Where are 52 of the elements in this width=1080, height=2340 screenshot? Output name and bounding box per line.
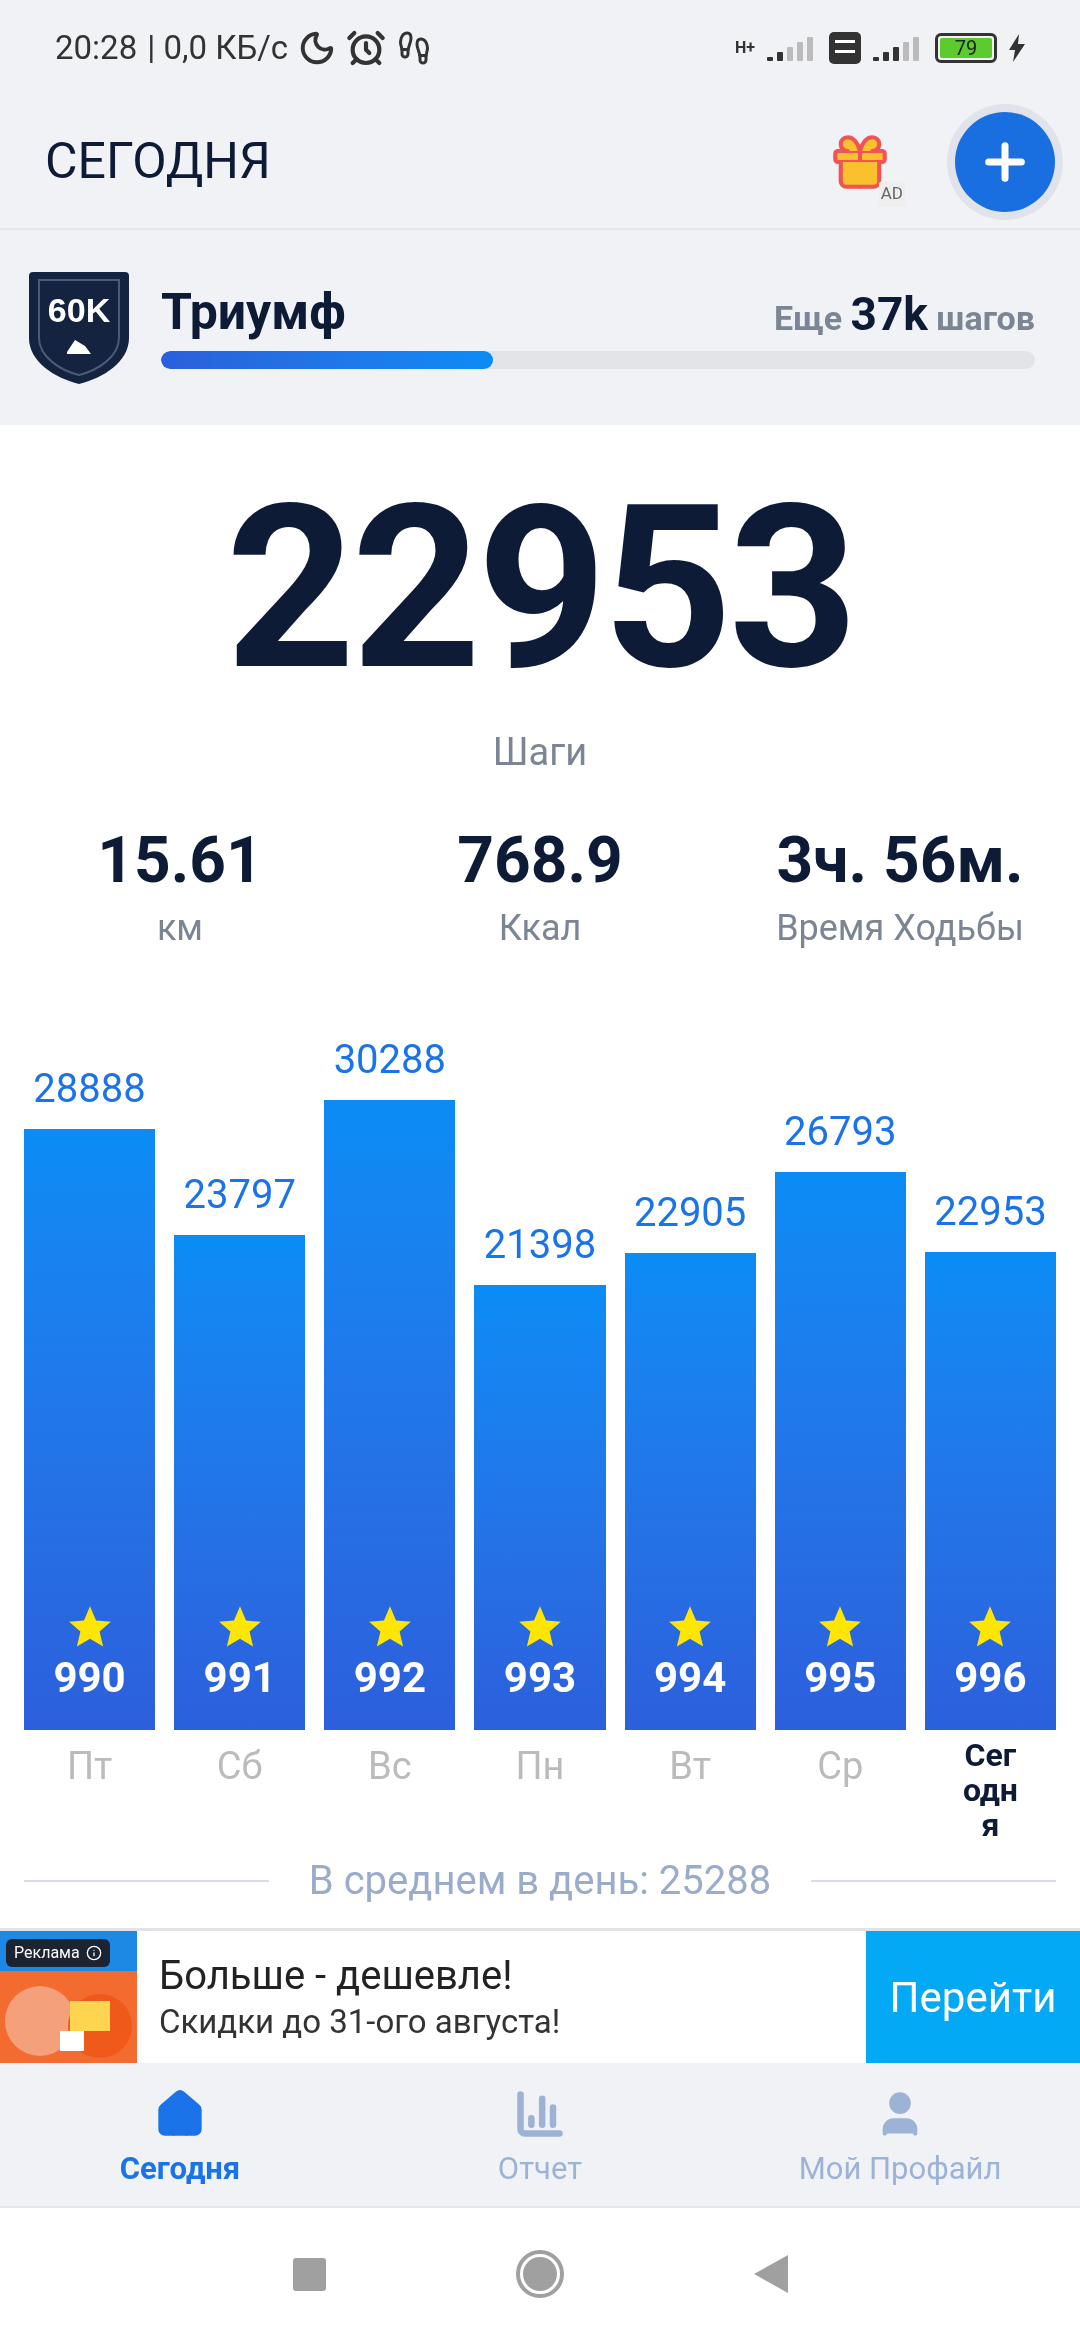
status-time: 20:28	[55, 26, 138, 69]
stat-label: Ккал	[498, 905, 582, 951]
ad-go-button[interactable]: Перейти	[866, 1931, 1080, 2063]
stat-value: 3ч. 56м.	[776, 821, 1024, 900]
bar-badge-number: 993	[503, 1652, 577, 1705]
bar-value-label: 26793	[784, 1107, 897, 1158]
charging-icon	[1009, 33, 1025, 62]
info-icon	[85, 1945, 102, 1961]
battery-level: 79	[940, 37, 992, 58]
stat-value: 15.61	[97, 821, 263, 900]
bar-badge-number: 991	[203, 1652, 276, 1705]
ad-title: Больше - дешевле!	[159, 1951, 514, 2002]
bar-value-label: 22905	[633, 1188, 747, 1239]
bar-value-label: 30288	[333, 1034, 447, 1085]
steps-count: 22953	[225, 465, 855, 714]
back-button[interactable]	[753, 2255, 788, 2293]
bar-value-label: 22953	[934, 1187, 1047, 1238]
day-label: Вс	[368, 1742, 412, 1790]
nav-tab[interactable]: Мой Профайл	[720, 2075, 1080, 2206]
stat-label: км	[156, 905, 204, 951]
ad-tag-label: Реклама	[14, 1942, 80, 1964]
ad-label: AD	[878, 181, 905, 207]
stat-value: 768.9	[457, 821, 623, 900]
average-steps: В среднем в день: 25288	[308, 1850, 772, 1911]
bar-badge-number: 992	[353, 1652, 426, 1705]
nav-tab[interactable]: Сегодня	[0, 2075, 360, 2206]
day-label: Пт	[66, 1742, 113, 1790]
day-label: Вт	[669, 1742, 712, 1790]
day-label: Пн	[515, 1742, 565, 1790]
steps-label: Шаги	[492, 728, 588, 776]
bar-badge-number: 994	[654, 1652, 727, 1705]
network-speed: | 0,0 КБ/с	[147, 26, 289, 69]
home-button[interactable]	[515, 2250, 564, 2298]
bar-badge-number: 990	[53, 1652, 126, 1705]
recent-apps-button[interactable]	[292, 2257, 326, 2291]
stat-label: Время Ходьбы	[776, 905, 1024, 951]
page-title: СЕГОДНЯ	[45, 131, 271, 192]
bar-value-label: 23797	[183, 1169, 296, 1220]
bar-badge-number: 996	[954, 1652, 1027, 1705]
remaining-steps: Еще 37k шагов	[774, 290, 1035, 337]
day-label: Ср	[817, 1742, 864, 1790]
ad-subtitle: Скидки до 31-ого августа!	[159, 2001, 562, 2043]
network-type: H+	[735, 36, 755, 59]
day-label: Сегодня	[961, 1737, 1019, 1844]
bar-value-label: 21398	[483, 1219, 597, 1270]
gift-button[interactable]: AD	[815, 116, 905, 207]
day-label: Сб	[216, 1742, 263, 1790]
bar-badge-number: 995	[804, 1652, 877, 1705]
nav-tab[interactable]: Отчет	[360, 2075, 720, 2206]
bar-value-label: 28888	[33, 1063, 146, 1114]
achievement-badge: 60K	[27, 269, 131, 386]
back-icon	[753, 2255, 788, 2293]
